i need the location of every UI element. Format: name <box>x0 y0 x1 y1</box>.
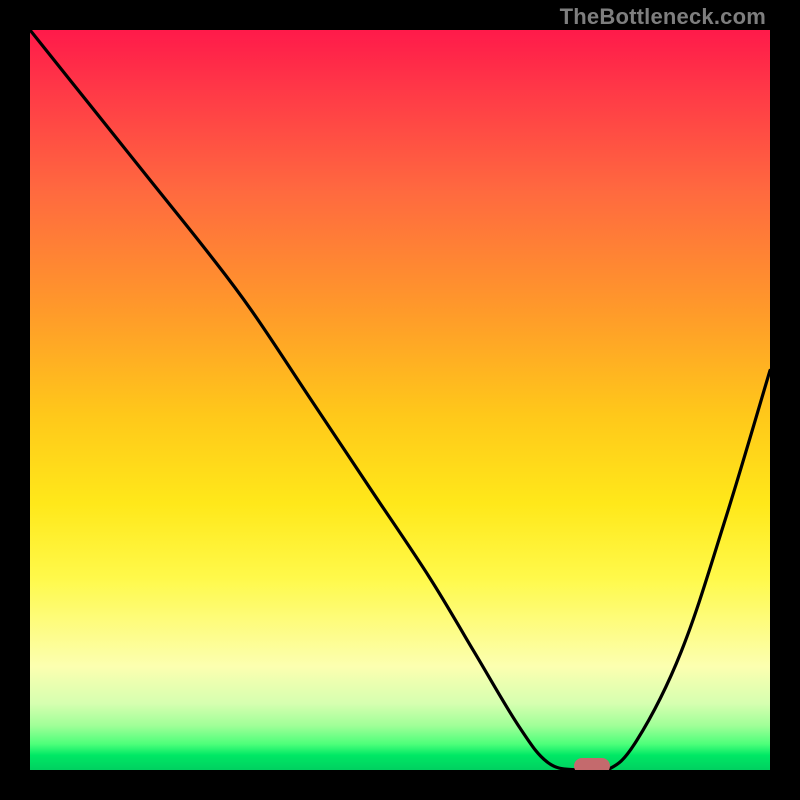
optimum-marker <box>574 758 610 770</box>
chart-frame: TheBottleneck.com <box>0 0 800 800</box>
plot-area <box>30 30 770 770</box>
bottleneck-curve <box>30 30 770 770</box>
watermark-text: TheBottleneck.com <box>560 4 766 30</box>
curve-path <box>30 30 770 770</box>
